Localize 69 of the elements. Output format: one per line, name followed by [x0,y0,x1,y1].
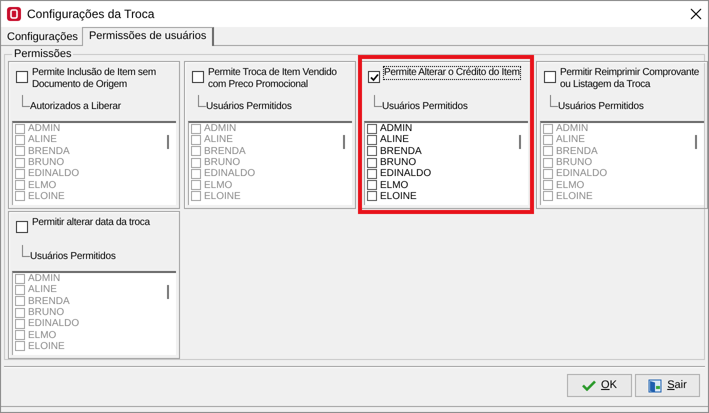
sublabel: Usuários Permitidos [558,100,644,114]
scrollbar-thumb[interactable] [695,135,697,149]
user-item[interactable]: ELMO [15,329,160,341]
tree-connector [22,245,30,257]
tree-connector [198,95,206,107]
user-item[interactable]: BRENDA [543,146,688,157]
user-item[interactable]: ELMO [191,179,336,191]
user-item[interactable]: ELOINE [15,340,160,352]
checkbox-label: Permite Inclusão de Item sem Documento de Origem [32,67,157,91]
user-item[interactable]: BRUNO [15,306,160,318]
user-item[interactable]: EDINALDO [543,168,688,180]
sublabel: Usuários Permitidos [30,250,116,264]
tree-connector [22,95,30,107]
user-item[interactable]: ALINE [15,284,160,296]
checkbox[interactable] [16,221,28,233]
user-item[interactable]: ELMO [543,179,688,191]
user-item[interactable]: BRUNO [367,156,512,168]
user-item[interactable]: BRENDA [15,296,160,307]
checkbox[interactable] [368,71,380,83]
user-item[interactable]: ADMIN [367,123,512,134]
door-icon [648,378,662,392]
user-item[interactable]: ALINE [15,134,160,146]
checkbox[interactable] [544,71,556,83]
user-item[interactable]: ADMIN [191,123,336,134]
app-logo-icon [7,7,21,21]
user-item[interactable]: EDINALDO [191,168,336,180]
user-item[interactable]: ELMO [15,179,160,191]
user-item[interactable]: ALINE [191,134,336,146]
group-title: Permissões [12,48,74,60]
checkbox-label: Permitir Reimprimir Comprovante ou Listagem da Troca [560,67,700,91]
user-item[interactable]: EDINALDO [15,318,160,330]
user-item[interactable]: ELOINE [543,190,688,202]
user-item[interactable]: EDINALDO [367,168,512,180]
checkbox[interactable] [16,71,28,83]
user-item[interactable]: BRENDA [191,146,336,157]
checkbox-label: Permitir alterar data da troca [32,217,150,229]
scrollbar-thumb[interactable] [167,135,169,149]
user-item[interactable]: BRUNO [15,156,160,168]
window-title: Configurações da Troca [27,6,154,23]
user-item[interactable]: ELMO [367,179,512,191]
user-item[interactable]: BRUNO [191,156,336,168]
check-icon [582,380,596,391]
user-item[interactable]: ELOINE [15,190,160,202]
checkbox-label: Permite Alterar o Crédito do Item [384,67,520,79]
user-item[interactable]: EDINALDO [15,168,160,180]
sublabel: Usuários Permitidos [206,100,292,114]
close-icon[interactable] [690,8,702,20]
user-item[interactable]: BRENDA [367,146,512,157]
scrollbar-thumb[interactable] [167,285,169,299]
tree-connector [374,95,382,107]
checkbox[interactable] [192,71,204,83]
ok-button[interactable]: OK [567,374,632,397]
user-item[interactable]: ADMIN [543,123,688,134]
exit-button[interactable]: Sair [635,374,700,397]
scrollbar-thumb[interactable] [343,135,345,149]
tab[interactable]: Permissões de usuários [82,27,214,46]
user-item[interactable]: BRUNO [543,156,688,168]
tree-connector [550,95,558,107]
user-item[interactable]: ALINE [543,134,688,146]
sublabel: Autorizados a Liberar [30,100,121,114]
user-item[interactable]: ADMIN [15,273,160,284]
user-item[interactable]: ALINE [367,134,512,146]
user-item[interactable]: ADMIN [15,123,160,134]
user-item[interactable]: BRENDA [15,146,160,157]
user-item[interactable]: ELOINE [191,190,336,202]
checkbox-label: Permite Troca de Item Vendido com Preco Promocional [208,67,338,91]
user-item[interactable]: ELOINE [367,190,512,202]
sublabel: Usuários Permitidos [382,100,468,114]
scrollbar-thumb[interactable] [519,135,521,149]
